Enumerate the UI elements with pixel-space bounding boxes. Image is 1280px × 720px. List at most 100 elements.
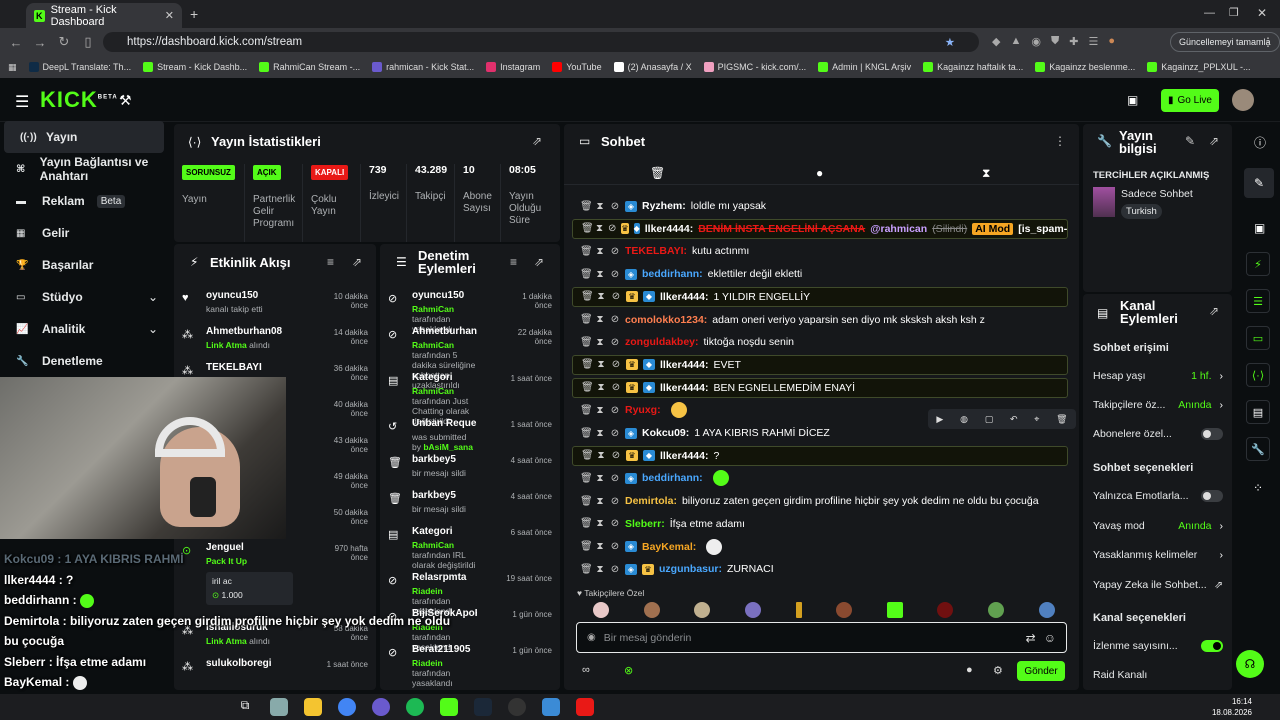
play-icon[interactable]: ▶ [936,414,943,425]
channel-setting-row[interactable]: Raid Kanalı [1093,665,1223,685]
edit-icon[interactable]: ✎ [1185,134,1195,148]
avatar[interactable] [1232,89,1254,111]
delete-message-icon[interactable]: 🗑 [580,428,593,439]
chat-username[interactable]: llker4444: [660,450,708,462]
camera-icon[interactable]: ▣ [1127,93,1138,107]
list-item[interactable]: 🗑 barkbey5 bir mesajı sildi 4 saat önce [380,448,560,484]
list-item[interactable]: ⁂ Ahmetburhan08 Link Atma alındı 14 dakika … [174,320,376,356]
clock[interactable]: 16:14 18.08.2026 [1212,696,1252,718]
setting-value[interactable]: Anında › [1178,520,1223,532]
broadcast-icon[interactable]: ⟨·⟩ [1246,363,1270,387]
chevron-down-icon[interactable]: ⌄ [148,290,158,304]
list-icon[interactable]: ☰ [1246,289,1270,313]
extension-icon[interactable]: ◆ [992,35,1000,48]
chat-message[interactable]: 🗑 ⧗ ⊘ zonguldakbey: tiktoğa noşdu senin [572,332,1068,352]
extension-icon[interactable]: ▲ [1010,35,1021,48]
bookmark-item[interactable]: Admin | KNGL Arşiv [818,62,911,72]
reply-icon[interactable]: ◍ [960,414,968,425]
delete-message-icon[interactable]: 🗑 [580,201,593,212]
delete-message-icon[interactable]: 🗑 [580,405,593,416]
setting-toggle[interactable] [1201,490,1223,502]
profile-icon[interactable]: ● [1108,35,1115,48]
list-item[interactable]: ⊘ oyuncu150 RahmiCan tarafından yasaklandı… [380,284,560,334]
list-item[interactable]: ▤ Kategori RahmiCan tarafından IRL olarak … [380,520,560,570]
sidebar-item-ad[interactable]: ▬ Reklam Beta [0,185,172,217]
timeout-icon[interactable]: ⧗ [595,405,605,416]
popout-icon[interactable]: ⇗ [1209,304,1219,318]
filter-icon[interactable]: ≡ [510,255,517,269]
delete-message-icon[interactable]: 🗑 [581,450,594,461]
chat-username[interactable]: beddirhann: [642,472,703,484]
chat-username[interactable]: llker4444: [645,223,693,235]
timeout-icon[interactable]: ⧗ [595,337,605,348]
chat-settings-icon[interactable]: ● [966,664,973,676]
setting-toggle[interactable] [1201,428,1223,440]
ban-icon[interactable]: ⊘ [610,337,620,348]
channel-setting-row[interactable]: Yasaklanmış kelimeler › [1093,545,1223,565]
browser-menu-icon[interactable]: ⋮ [1262,35,1274,49]
sidebar-item-money[interactable]: ▦ Gelir [0,217,172,249]
channel-setting-row[interactable]: Takipçilere öz... Anında › [1093,395,1223,415]
emote[interactable] [988,602,1005,618]
timeout-icon[interactable]: ⧗ [596,291,606,302]
sidebar-item-studio[interactable]: ▭ Stüdyo ⌄ [0,281,172,313]
bookmark-item[interactable]: RahmiCan Stream -... [259,62,360,72]
bookmark-item[interactable]: Instagram [486,62,540,72]
chat-icon[interactable]: ▭ [1246,326,1270,350]
infinity-icon[interactable]: ∞ [582,664,590,676]
emote[interactable] [593,602,610,618]
chat-username[interactable]: Kokcu09: [642,427,689,439]
camera-icon[interactable]: ▣ [1254,221,1265,235]
trash-icon[interactable]: 🗑 [650,166,665,180]
channel-setting-row[interactable]: Yavaş mod Anında › [1093,516,1223,536]
browser-tab[interactable]: K Stream - Kick Dashboard ✕ [26,3,182,28]
ban-icon[interactable]: ⊘ [610,428,620,439]
obs-icon[interactable] [508,698,526,716]
list-item[interactable]: ⊘ Berat211905 Riadein tarafından yasakland… [380,638,560,688]
bookmark-item[interactable]: Kagainzz_PPLXUL -... [1147,62,1251,72]
minimize-icon[interactable]: — [1204,7,1215,19]
chat-message[interactable]: 🗑 ⧗ ⊘ ♛ ◆ llker4444: EVET [572,354,1068,375]
sidebar-item-trophy[interactable]: 🏆 Başarılar [0,249,172,281]
delete-message-icon[interactable]: 🗑 [580,496,593,507]
chat-username[interactable]: beddirhann: [642,268,703,280]
delete-message-icon[interactable]: 🗑 [581,223,594,234]
chat-message[interactable]: 🗑 ⧗ ⊘ ♛ ◆ llker4444: BEN EGNELLEMEDİM ENAYİ [572,377,1068,398]
chat-username[interactable]: comolokko1234: [625,314,707,326]
back-icon[interactable]: ← [4,35,28,50]
popout-icon[interactable]: ⇗ [352,255,362,269]
hammer-icon[interactable]: ⚒ [119,92,132,109]
ban-icon[interactable]: ⊘ [610,314,620,325]
extension-icon[interactable]: ◉ [1031,35,1041,48]
chat-menu-icon[interactable]: ⋮ [1054,134,1066,148]
list-item[interactable]: ♥ oyuncu150 kanalı takip etti 10 dakika önc… [174,284,376,320]
list-item[interactable]: ⊘ Relasrpmta Riadein tarafından yasaklandı… [380,566,560,616]
chat-message[interactable]: 🗑 ⧗ ⊘ ♛ ◆ llker4444:? [572,445,1068,466]
ban-icon[interactable]: ⊘ [611,450,621,461]
emote[interactable] [1038,602,1055,618]
menu-icon[interactable]: ☰ [15,92,29,112]
chat-username[interactable]: zonguldakbey: [625,336,699,348]
channel-setting-row[interactable]: Yalnızca Emotlarla... [1093,486,1223,506]
forward-icon[interactable]: → [28,35,52,50]
delete-message-icon[interactable]: 🗑 [580,269,593,280]
emote[interactable] [745,602,762,618]
ban-icon[interactable]: ⊘ [611,359,621,370]
bookmark-item[interactable]: DeepL Translate: Th... [28,62,131,72]
emote[interactable] [937,602,954,618]
channel-setting-row[interactable]: Yapay Zeka ile Sohbet... ⇗ [1093,575,1223,595]
spotify-icon[interactable] [406,698,424,716]
undo-icon[interactable]: ↶ [1010,414,1018,425]
chat-username[interactable]: llker4444: [660,291,708,303]
copy-icon[interactable]: ▢ [985,414,994,425]
mention[interactable]: @rahmican [870,223,927,235]
filter-icon[interactable]: ≡ [327,255,334,269]
external-link-icon[interactable]: ⇗ [1214,579,1223,591]
chat-message[interactable]: 🗑 ⧗ ⊘ ◈ beddirhann: [572,468,1068,488]
timeout-icon[interactable]: ⧗ [595,201,605,212]
ban-icon[interactable]: ⊘ [611,382,621,393]
timeout-icon[interactable]: ⧗ [596,382,606,393]
task-view-icon[interactable]: ⧉ [236,698,254,716]
apps-icon[interactable]: ▦ [8,62,17,73]
shield-icon[interactable]: ⛊ [1051,35,1059,48]
